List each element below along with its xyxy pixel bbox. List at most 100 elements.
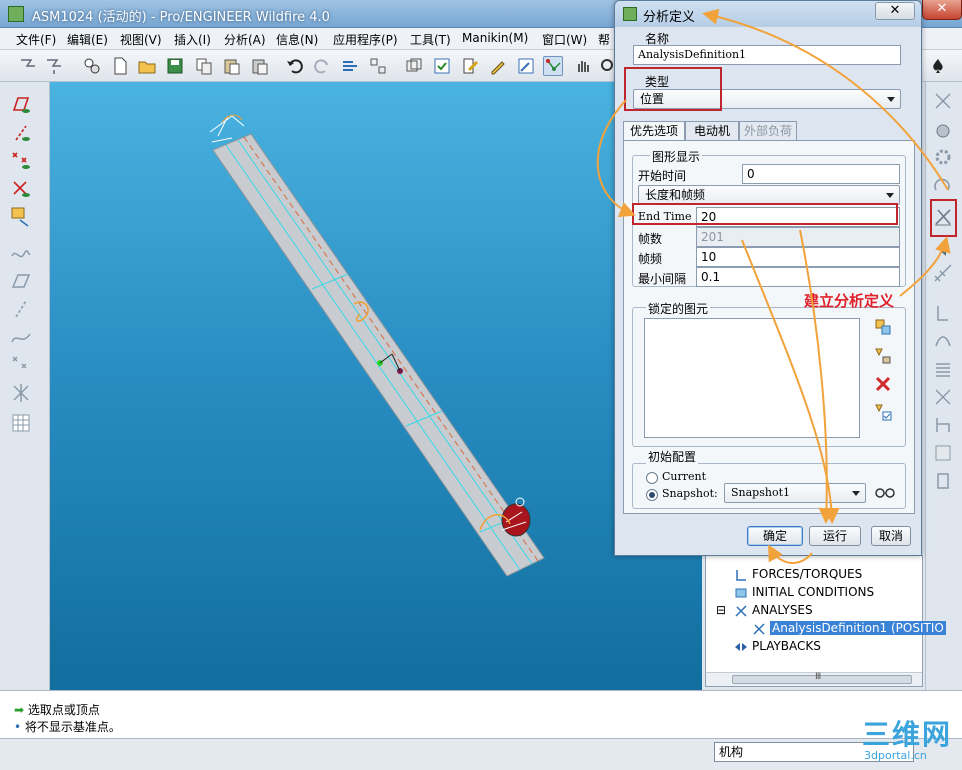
- menu-insert[interactable]: 插入(I): [174, 31, 211, 48]
- current-radio[interactable]: [646, 472, 658, 484]
- bushing-icon[interactable]: [932, 358, 954, 380]
- plane-outline-icon[interactable]: [10, 270, 32, 292]
- scrollbar-thumb[interactable]: Ⅲ: [732, 672, 912, 684]
- servo-motor-icon[interactable]: [932, 90, 954, 112]
- undo-icon[interactable]: [285, 56, 305, 76]
- ok-button[interactable]: 确定: [747, 526, 803, 546]
- tab-motors[interactable]: 电动机: [685, 121, 739, 141]
- drag-hand-icon[interactable]: [573, 56, 593, 76]
- lock-select-icon[interactable]: [872, 401, 894, 423]
- redo-icon[interactable]: [312, 56, 332, 76]
- csys-outline-icon[interactable]: [10, 382, 32, 404]
- model-tree: FORCES/TORQUES INITIAL CONDITIONS ⊟ ANAL…: [705, 555, 946, 687]
- initial-condition-icon[interactable]: [932, 386, 954, 408]
- dialog-tabs: 优先选项 电动机 外部负荷: [623, 121, 913, 142]
- curve-sketch-icon[interactable]: [10, 242, 32, 264]
- component-icon[interactable]: [82, 56, 102, 76]
- lock-body-icon[interactable]: [872, 317, 894, 339]
- menu-file[interactable]: 文件(F): [16, 31, 56, 48]
- checkbox-tool-icon[interactable]: [432, 56, 452, 76]
- watermark-logo: 三维网 3dportal.cn: [862, 718, 953, 762]
- delete-icon[interactable]: [872, 373, 894, 395]
- collapse-icon[interactable]: ⊟: [716, 603, 726, 617]
- copy-icon[interactable]: [194, 56, 214, 76]
- tree-item-initial-conditions[interactable]: INITIAL CONDITIONS: [706, 584, 922, 602]
- open-folder-icon[interactable]: [137, 56, 157, 76]
- window-close-button[interactable]: ✕: [922, 0, 962, 20]
- locked-entities-list[interactable]: [644, 318, 860, 438]
- analysis-name-field[interactable]: AnalysisDefinition1: [633, 45, 901, 65]
- csys-display-icon[interactable]: [44, 56, 64, 76]
- paste-icon[interactable]: [222, 56, 242, 76]
- datum-axis-icon[interactable]: [10, 122, 32, 144]
- menu-info[interactable]: 信息(N): [276, 31, 318, 48]
- spade-icon[interactable]: [928, 56, 948, 76]
- menu-applications[interactable]: 应用程序(P): [333, 31, 398, 48]
- cancel-button[interactable]: 取消: [871, 526, 911, 546]
- tab-preferences[interactable]: 优先选项: [623, 121, 685, 142]
- toolbar-highlight-box: [930, 199, 957, 237]
- save-icon[interactable]: [165, 56, 185, 76]
- graphics-viewport[interactable]: [50, 82, 702, 690]
- force-icon[interactable]: [932, 302, 954, 324]
- min-interval-field[interactable]: 0.1: [696, 267, 900, 287]
- start-time-field[interactable]: 0: [742, 164, 900, 184]
- dialog-app-icon: [623, 7, 637, 21]
- playback-icon: [734, 640, 748, 654]
- menu-manikin[interactable]: Manikin(M): [462, 31, 528, 45]
- tree-item-analyses[interactable]: ⊟ ANALYSES: [706, 602, 922, 620]
- menu-view[interactable]: 视图(V): [120, 31, 162, 48]
- force-torque-icon: [734, 568, 748, 582]
- glasses-icon[interactable]: [874, 481, 896, 503]
- point-outline-icon[interactable]: [10, 354, 32, 376]
- frame-rate-field[interactable]: 10: [696, 247, 900, 267]
- find-icon[interactable]: [368, 56, 388, 76]
- menu-tools[interactable]: 工具(T): [410, 31, 451, 48]
- cam-icon[interactable]: [932, 174, 954, 196]
- mass-props-icon[interactable]: [932, 414, 954, 436]
- sketch-tool-icon[interactable]: [10, 206, 32, 228]
- playback-icon[interactable]: [932, 238, 954, 260]
- menu-window[interactable]: 窗口(W): [542, 31, 587, 48]
- joint-axis-icon[interactable]: [932, 470, 954, 492]
- tree-item-forces[interactable]: FORCES/TORQUES: [706, 566, 922, 584]
- tree-item-playbacks[interactable]: PLAYBACKS: [706, 638, 922, 656]
- sketch-icon[interactable]: [516, 56, 536, 76]
- menu-edit[interactable]: 编辑(E): [67, 31, 108, 48]
- left-toolbar: [0, 82, 50, 690]
- locked-entities-label: 锁定的图元: [646, 300, 711, 317]
- new-file-icon[interactable]: [110, 56, 130, 76]
- damper-icon[interactable]: [932, 330, 954, 352]
- menu-analysis[interactable]: 分析(A): [224, 31, 266, 48]
- dialog-close-button[interactable]: ✕: [875, 2, 915, 20]
- datum-point-icon[interactable]: [10, 150, 32, 172]
- datum-plane-icon[interactable]: [10, 94, 32, 116]
- graphics-display-label: 图形显示: [650, 148, 703, 165]
- regenerate-icon[interactable]: [340, 56, 360, 76]
- paste-special-icon[interactable]: [250, 56, 270, 76]
- run-button[interactable]: 运行: [809, 526, 861, 546]
- layer-icon[interactable]: [404, 56, 424, 76]
- table-icon[interactable]: [10, 412, 32, 434]
- dialog-titlebar[interactable]: 分析定义 ✕: [615, 1, 921, 27]
- gravity-icon[interactable]: [932, 442, 954, 464]
- tab-external-loads[interactable]: 外部负荷: [739, 121, 797, 141]
- frames-field: 201: [696, 227, 900, 247]
- axis-outline-icon[interactable]: [10, 298, 32, 320]
- connect-tool-icon[interactable]: [543, 56, 563, 76]
- datum-csys-icon[interactable]: [10, 178, 32, 200]
- menu-help[interactable]: 帮: [598, 31, 610, 48]
- pencil-icon[interactable]: [488, 56, 508, 76]
- snapshot-radio[interactable]: [646, 489, 658, 501]
- lock-connection-icon[interactable]: [872, 345, 894, 367]
- display-mode-select[interactable]: 长度和帧频: [638, 185, 900, 205]
- tree-item-analysis-definition[interactable]: AnalysisDefinition1 (POSITIO: [706, 620, 946, 638]
- curve-outline-icon[interactable]: [10, 326, 32, 348]
- spring-icon[interactable]: [932, 118, 954, 140]
- edit-doc-icon[interactable]: [460, 56, 480, 76]
- tree-horizontal-scrollbar[interactable]: Ⅲ: [706, 672, 922, 686]
- datum-display-icon[interactable]: [18, 56, 38, 76]
- measure-icon[interactable]: [932, 262, 954, 284]
- snapshot-select[interactable]: Snapshot1: [724, 483, 866, 503]
- gear-icon[interactable]: [932, 146, 954, 168]
